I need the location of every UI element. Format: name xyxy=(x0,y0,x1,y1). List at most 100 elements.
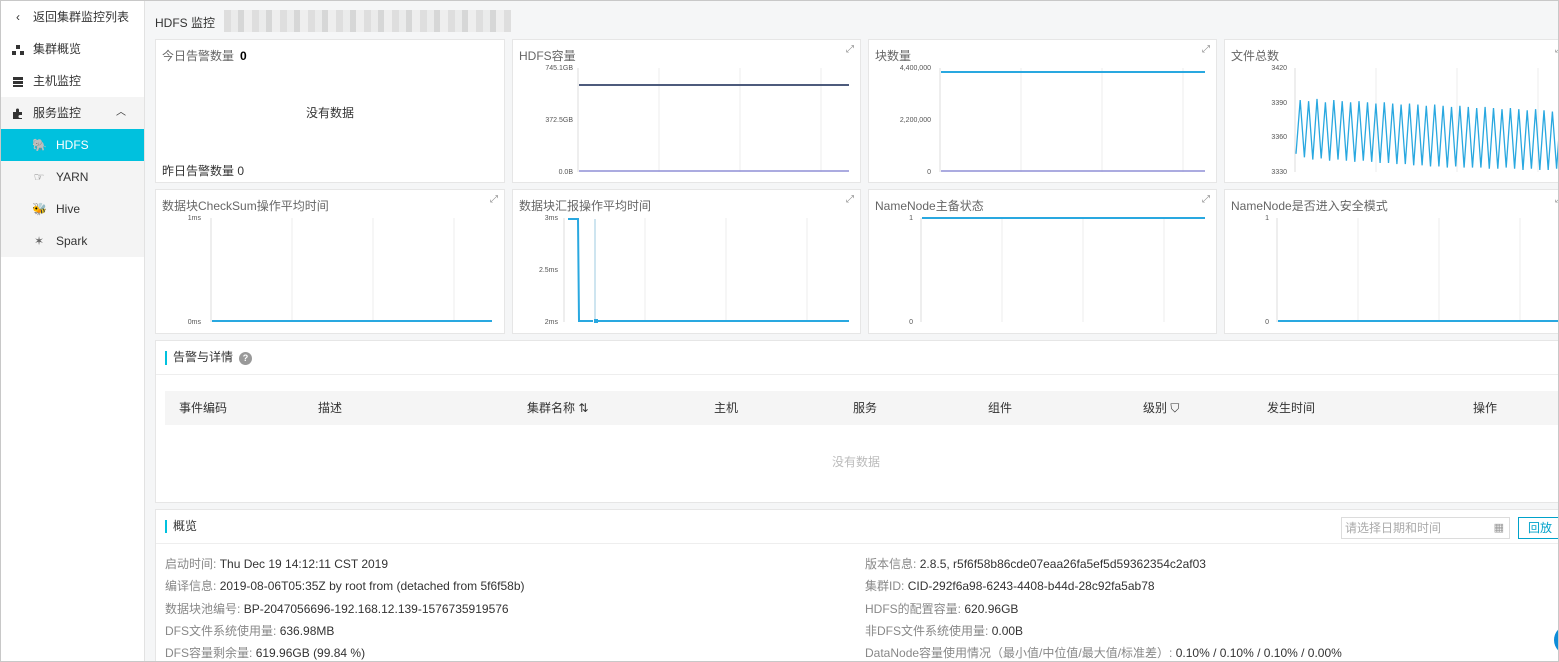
hdfs-capacity-chart: 745.1GB 372.5GB 0.0B xyxy=(545,65,849,176)
col-level-filterable[interactable]: 级别 ⛉ xyxy=(1143,391,1179,425)
overview-value: 2019-08-06T05:35Z by root from (detached… xyxy=(219,579,525,593)
checksum-chart: 1ms 0ms xyxy=(188,215,492,326)
table-empty-text: 没有数据 xyxy=(831,455,880,469)
col-event-code: 事件编码 xyxy=(179,401,228,415)
col-component: 组件 xyxy=(988,401,1013,415)
today-alarm-value: 0 xyxy=(240,49,247,63)
overview-row-dfs-used: DFS文件系统使用量: 636.98MB xyxy=(165,622,334,639)
overview-value: 0.10% / 0.10% / 0.10% / 0.00% xyxy=(1175,646,1342,660)
main-content: HDFS 监控 今日告警数量0 没有数据 昨日告警数量 0 HDFS容量 ⤢ xyxy=(146,1,1558,661)
overview-row-configured-capacity: HDFS的配置容量: 620.96GB xyxy=(865,600,1018,617)
y-tick: 2.5ms xyxy=(539,267,559,274)
sort-icon[interactable]: ⇅ xyxy=(578,401,588,415)
filter-icon[interactable]: ⛉ xyxy=(1170,401,1179,415)
sidebar-item-hdfs[interactable]: 🐘 HDFS xyxy=(1,129,144,161)
checksum-card: 数据块CheckSum操作平均时间 ⤢ 1ms 0ms xyxy=(155,189,505,334)
sidebar-item-label: 服务监控 xyxy=(33,106,82,120)
grid xyxy=(577,68,822,172)
overview-title: 概览 xyxy=(165,520,197,533)
files-total-card: 文件总数 ⤢ 3420 3390 3360 3330 xyxy=(1224,39,1558,183)
y-tick: 0.0B xyxy=(559,169,574,176)
y-tick: 1 xyxy=(1265,215,1269,222)
no-data-text: 没有数据 xyxy=(305,106,354,120)
sidebar-item-service-monitor[interactable]: 服务监控 ︿ xyxy=(1,97,144,129)
page-title: HDFS 监控 xyxy=(155,16,216,30)
yesterday-alarm-value: 0 xyxy=(237,164,245,178)
datetime-placeholder: 请选择日期和时间 xyxy=(1345,521,1442,535)
series-line-block-report xyxy=(568,218,593,322)
y-tick: 3420 xyxy=(1271,65,1287,72)
blocks-chart: 4,400,000 2,200,000 0 xyxy=(900,65,1205,176)
series-line-files xyxy=(1295,98,1558,170)
sidebar-item-label: HDFS xyxy=(56,138,89,152)
overview-value: CID-292f6a98-6243-4408-b44d-28c92fa5ab78 xyxy=(907,579,1155,593)
sidebar-item-spark[interactable]: ✶ Spark xyxy=(1,225,144,257)
block-report-card: 数据块汇报操作平均时间 ⤢ 3ms 2.5ms 2ms xyxy=(512,189,861,334)
sidebar-item-label: YARN xyxy=(56,170,89,184)
safe-mode-card: NameNode是否进入安全模式 ⤢ 1 0 xyxy=(1224,189,1558,334)
overview-value: 619.96GB (99.84 %) xyxy=(255,646,366,660)
namenode-state-chart: 1 0 xyxy=(909,215,1205,326)
sidebar-item-yarn[interactable]: ☞ YARN xyxy=(1,161,144,193)
y-tick: 0 xyxy=(927,169,931,176)
sidebar-item-label: 主机监控 xyxy=(33,74,82,88)
today-alarm-label: 今日告警数量 xyxy=(162,49,235,63)
sidebar: ‹ 返回集群监控列表 集群概览 主机监控 服务监控 ︿ 🐘 HDFS ☞ YAR… xyxy=(1,1,145,661)
sidebar-item-host-monitor[interactable]: 主机监控 xyxy=(1,65,144,97)
overview-row-block-pool-id: 数据块池编号: BP-2047056696-192.168.12.139-157… xyxy=(165,600,509,617)
y-tick: 3330 xyxy=(1271,169,1287,176)
spark-icon: ✶ xyxy=(33,234,45,248)
overview-row-dfs-remaining: DFS容量剩余量: 619.96GB (99.84 %) xyxy=(165,644,365,661)
cluster-icon xyxy=(11,33,25,65)
overview-key: 集群ID: xyxy=(865,579,905,593)
hdfs-capacity-card: HDFS容量 ⤢ 745.1GB 372.5GB 0.0B xyxy=(512,39,861,183)
block-report-chart: 3ms 2.5ms 2ms xyxy=(539,215,849,326)
overview-value: 620.96GB xyxy=(964,602,1019,616)
overview-key: 数据块池编号: xyxy=(165,602,241,616)
sidebar-item-label: 集群概览 xyxy=(33,42,82,56)
overview-section: 概览 请选择日期和时间 ▦ 回放 启动时间: Thu Dec 19 14:12:… xyxy=(155,509,1558,661)
redacted-cluster-name xyxy=(224,10,511,32)
divider xyxy=(156,543,1558,544)
datetime-picker-input[interactable]: 请选择日期和时间 ▦ xyxy=(1341,517,1510,539)
alerts-section: 告警与详情? 事件编码 描述 集群名称 ⇅ 主机 服务 组件 级别 ⛉ 发生时间… xyxy=(155,340,1558,503)
col-label: 级别 xyxy=(1143,401,1168,415)
overview-value: Thu Dec 19 14:12:11 CST 2019 xyxy=(219,557,389,571)
replay-button[interactable]: 回放 xyxy=(1518,517,1558,539)
overview-key: 编译信息: xyxy=(165,579,217,593)
overview-row-datanode-usage: DataNode容量使用情况（最小值/中位值/最大值/标准差）: 0.10% /… xyxy=(865,644,1342,661)
overview-value: 636.98MB xyxy=(279,624,335,638)
alerts-title-text: 告警与详情 xyxy=(173,350,234,364)
back-to-cluster-list-link[interactable]: ‹ 返回集群监控列表 xyxy=(1,1,144,33)
col-cluster-name-sortable[interactable]: 集群名称 ⇅ xyxy=(527,391,588,425)
overview-row-cluster-id: 集群ID: CID-292f6a98-6243-4408-b44d-28c92f… xyxy=(865,577,1155,594)
today-alarm-row: 今日告警数量 0 xyxy=(162,47,247,64)
puzzle-icon xyxy=(11,97,25,129)
help-icon[interactable]: ? xyxy=(239,352,253,365)
col-label: 集群名称 xyxy=(527,401,576,415)
alerts-title: 告警与详情? xyxy=(165,350,253,365)
sidebar-item-hive[interactable]: 🐝 Hive xyxy=(1,193,144,225)
overview-key: HDFS的配置容量: xyxy=(865,602,962,616)
back-label: 返回集群监控列表 xyxy=(33,10,130,24)
yarn-icon: ☞ xyxy=(33,170,45,184)
overview-value: 0.00B xyxy=(991,624,1024,638)
overview-value: BP-2047056696-192.168.12.139-15767359195… xyxy=(243,602,509,616)
col-occurrence-time: 发生时间 xyxy=(1267,401,1316,415)
chevron-left-icon: ‹ xyxy=(16,10,20,24)
sidebar-item-cluster-overview[interactable]: 集群概览 xyxy=(1,33,144,65)
y-tick: 745.1GB xyxy=(545,65,573,72)
y-tick: 372.5GB xyxy=(545,117,573,124)
overview-row-build-info: 编译信息: 2019-08-06T05:35Z by root from (de… xyxy=(165,577,525,594)
blocks-card: 块数量 ⤢ 4,400,000 2,200,000 0 xyxy=(868,39,1217,183)
y-tick: 0 xyxy=(909,319,913,326)
hdfs-icon: 🐘 xyxy=(32,138,47,152)
y-tick: 4,400,000 xyxy=(900,65,931,72)
col-host: 主机 xyxy=(714,401,739,415)
y-tick: 2ms xyxy=(545,319,559,326)
yesterday-alarm-row: 昨日告警数量 0 xyxy=(162,162,244,179)
safe-mode-chart: 1 0 xyxy=(1265,215,1558,326)
divider xyxy=(156,374,1558,375)
overview-key: 非DFS文件系统使用量: xyxy=(865,624,989,638)
overview-key: DFS容量剩余量: xyxy=(165,646,253,660)
